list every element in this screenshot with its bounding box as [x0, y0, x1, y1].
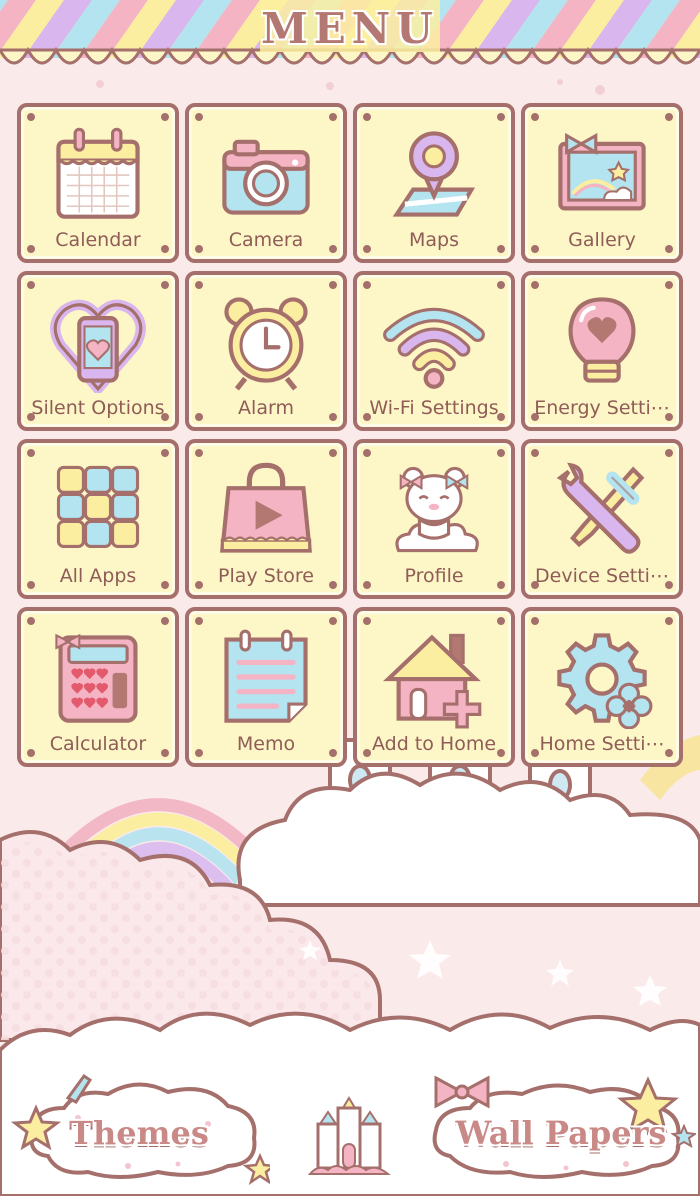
house-plus-icon — [383, 633, 482, 729]
menu-title: MENU — [261, 4, 439, 53]
app-label: Profile — [404, 565, 464, 587]
app-grid-icon — [56, 465, 140, 548]
menu-header: MENU — [0, 0, 700, 70]
app-label: Device Setti⋯ — [535, 565, 669, 587]
app-tile-wifi-settings[interactable]: Wi-Fi Settings — [353, 271, 515, 431]
map-pin-icon — [392, 131, 476, 217]
lightbulb-heart-icon — [568, 297, 636, 383]
app-label: Memo — [236, 733, 296, 755]
memo-icon — [224, 629, 308, 723]
app-tile-energy-settings[interactable]: Energy Setti⋯ — [521, 271, 683, 431]
app-tile-maps[interactable]: Maps — [353, 103, 515, 263]
wallpapers-button[interactable]: Wall Papers — [426, 1068, 696, 1186]
app-tile-gallery[interactable]: Gallery — [521, 103, 683, 263]
app-tile-play-store[interactable]: Play Store — [185, 439, 347, 599]
app-label: Play Store — [218, 565, 314, 587]
app-label: Energy Setti⋯ — [534, 397, 670, 419]
shopping-bag-play-icon — [220, 462, 312, 553]
app-tile-silent-options[interactable]: Silent Options — [17, 271, 179, 431]
phone-heart-icon — [50, 299, 146, 393]
wifi-icon — [383, 307, 485, 389]
calculator-icon — [55, 633, 138, 723]
app-grid: Calendar Camera Maps Gallery Silent Opti… — [17, 103, 683, 769]
gear-plus-icon — [557, 633, 653, 729]
themes-label: Themes — [69, 1114, 209, 1152]
camera-icon — [222, 139, 310, 215]
app-tile-camera[interactable]: Camera — [185, 103, 347, 263]
app-label: Wi-Fi Settings — [369, 397, 499, 419]
app-tile-home-settings[interactable]: Home Setti⋯ — [521, 607, 683, 767]
app-tile-device-settings[interactable]: Device Setti⋯ — [521, 439, 683, 599]
castle-button[interactable] — [304, 1094, 394, 1182]
app-label: Home Setti⋯ — [539, 733, 665, 755]
app-label: All Apps — [59, 565, 137, 587]
wrench-screwdriver-icon — [556, 462, 645, 554]
app-label: Calendar — [55, 229, 141, 251]
app-tile-memo[interactable]: Memo — [185, 607, 347, 767]
app-label: Calculator — [49, 733, 147, 755]
gallery-icon — [558, 132, 646, 211]
wallpapers-label: Wall Papers — [455, 1114, 667, 1152]
app-label: Alarm — [238, 397, 294, 419]
app-tile-calculator[interactable]: Calculator — [17, 607, 179, 767]
app-tile-alarm[interactable]: Alarm — [185, 271, 347, 431]
bear-profile-icon — [395, 466, 479, 553]
app-tile-calendar[interactable]: Calendar — [17, 103, 179, 263]
themes-button[interactable]: Themes — [8, 1068, 270, 1186]
app-tile-profile[interactable]: Profile — [353, 439, 515, 599]
app-label: Camera — [228, 229, 304, 251]
app-label: Maps — [409, 229, 459, 251]
app-label: Silent Options — [31, 397, 165, 419]
calendar-icon — [56, 127, 140, 219]
app-tile-all-apps[interactable]: All Apps — [17, 439, 179, 599]
app-tile-add-to-home[interactable]: Add to Home — [353, 607, 515, 767]
app-label: Add to Home — [371, 733, 497, 755]
alarm-clock-icon — [224, 297, 308, 391]
castle-icon — [307, 1096, 391, 1175]
app-label: Gallery — [568, 229, 636, 251]
